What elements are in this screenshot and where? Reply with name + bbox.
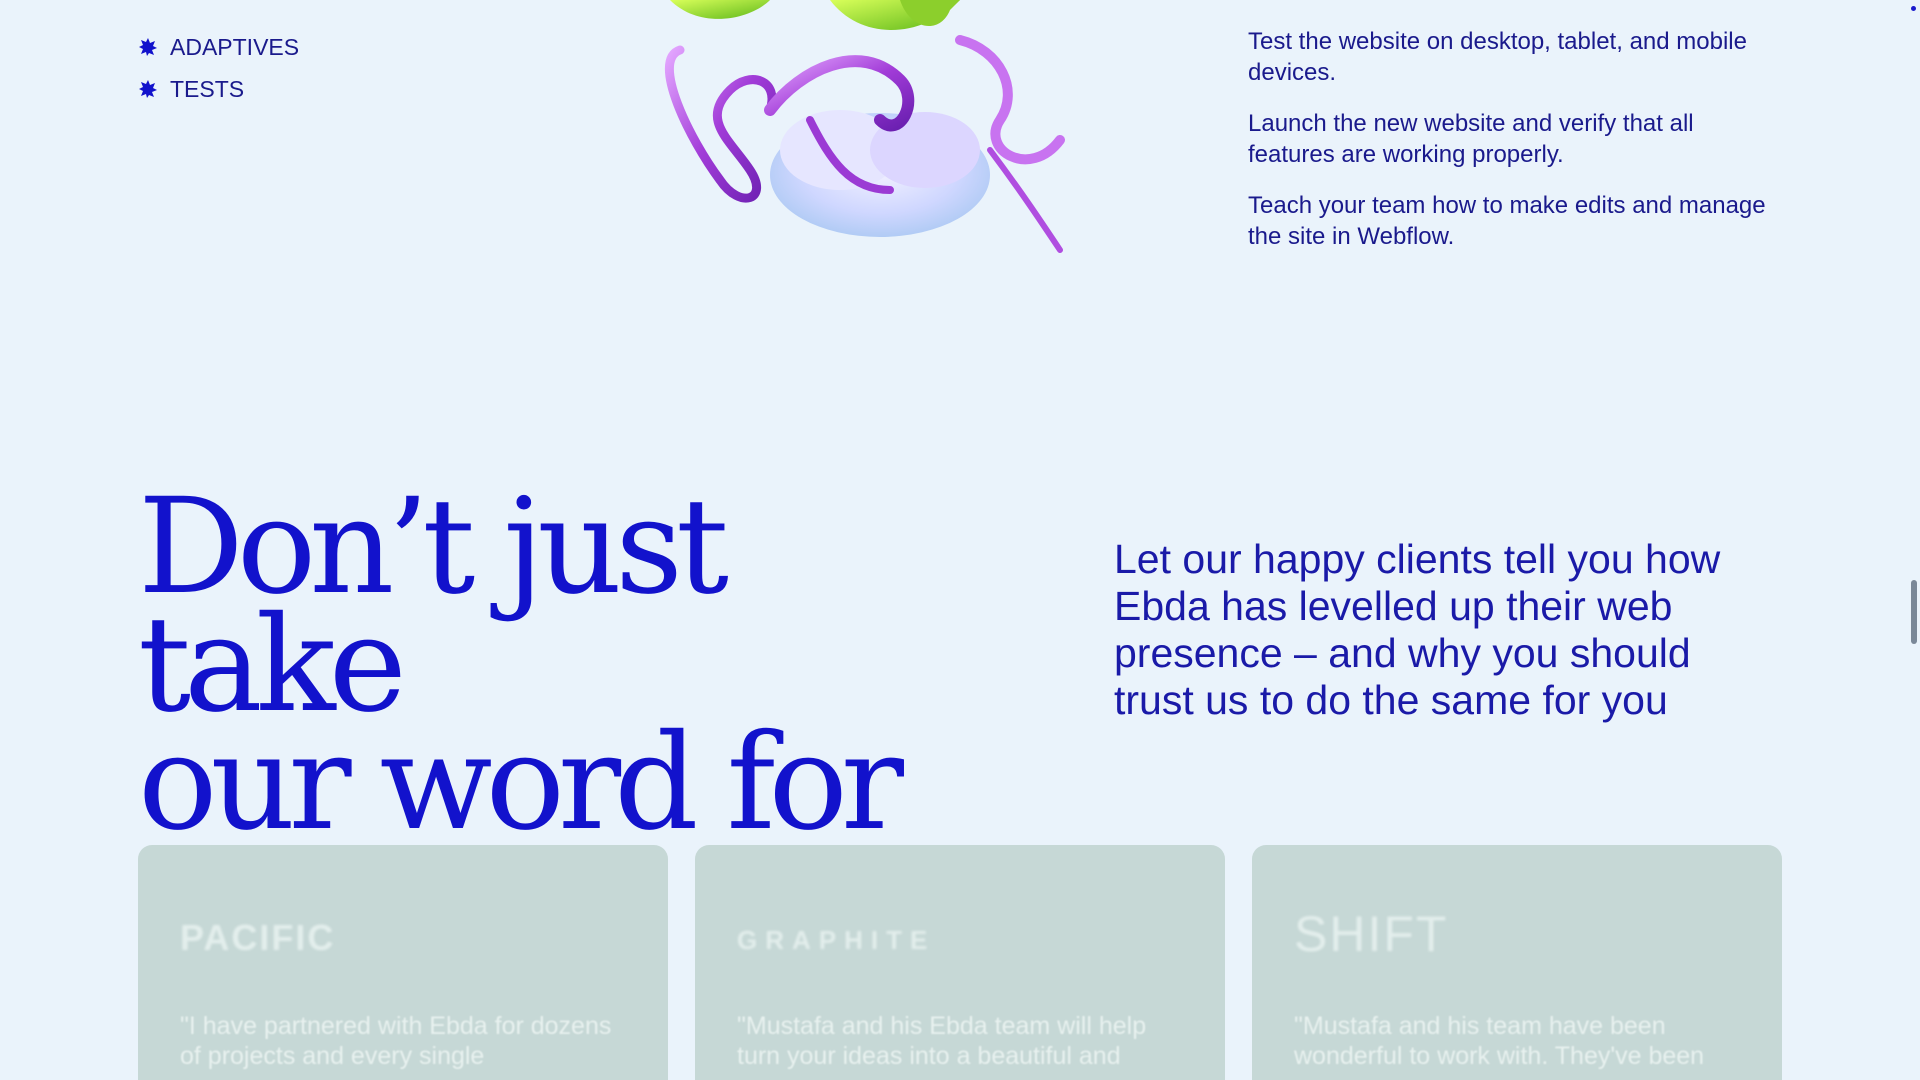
client-logo: GRAPHITE xyxy=(737,925,936,955)
scrollbar[interactable] xyxy=(1906,0,1920,1080)
page: ADAPTIVES TESTS Test the website on desk… xyxy=(0,0,1920,1080)
star-bullet-icon xyxy=(139,38,157,56)
services-list: ADAPTIVES TESTS xyxy=(138,26,299,110)
list-item-label: TESTS xyxy=(170,75,245,102)
abstract-3d-art xyxy=(665,0,1065,253)
process-steps: Test the website on desktop, tablet, and… xyxy=(1248,26,1768,272)
star-bullet-icon xyxy=(139,80,157,98)
headline-line: Don’t just take xyxy=(138,470,729,742)
list-item-label: ADAPTIVES xyxy=(170,33,300,60)
testimonial-card[interactable]: SHIFT "Mustafa and his team have been wo… xyxy=(1252,845,1782,1080)
testimonial-quote: "Mustafa and his Ebda team will help tur… xyxy=(737,1012,1147,1070)
testimonial-quote: "Mustafa and his team have been wonderfu… xyxy=(1294,1012,1705,1070)
list-item: TESTS xyxy=(138,68,299,110)
testimonial-card[interactable]: PACIFIC "I have partnered with Ebda for … xyxy=(138,845,668,1080)
step-text: Launch the new website and verify that a… xyxy=(1248,110,1694,168)
testimonials-intro: Let our happy clients tell you how Ebda … xyxy=(1114,536,1721,723)
testimonial-quote: "I have partnered with Ebda for dozens o… xyxy=(180,1012,612,1070)
scrollbar-thumb[interactable] xyxy=(1911,580,1917,644)
step-text: Test the website on desktop, tablet, and… xyxy=(1248,28,1747,86)
client-logo: PACIFIC xyxy=(180,917,336,958)
step-text: Teach your team how to make edits and ma… xyxy=(1248,192,1766,250)
cursor-dot xyxy=(1911,6,1916,11)
testimonial-card[interactable]: GRAPHITE "Mustafa and his Ebda team will… xyxy=(695,845,1225,1080)
client-logo: SHIFT xyxy=(1294,906,1449,962)
list-item: ADAPTIVES xyxy=(138,26,299,68)
